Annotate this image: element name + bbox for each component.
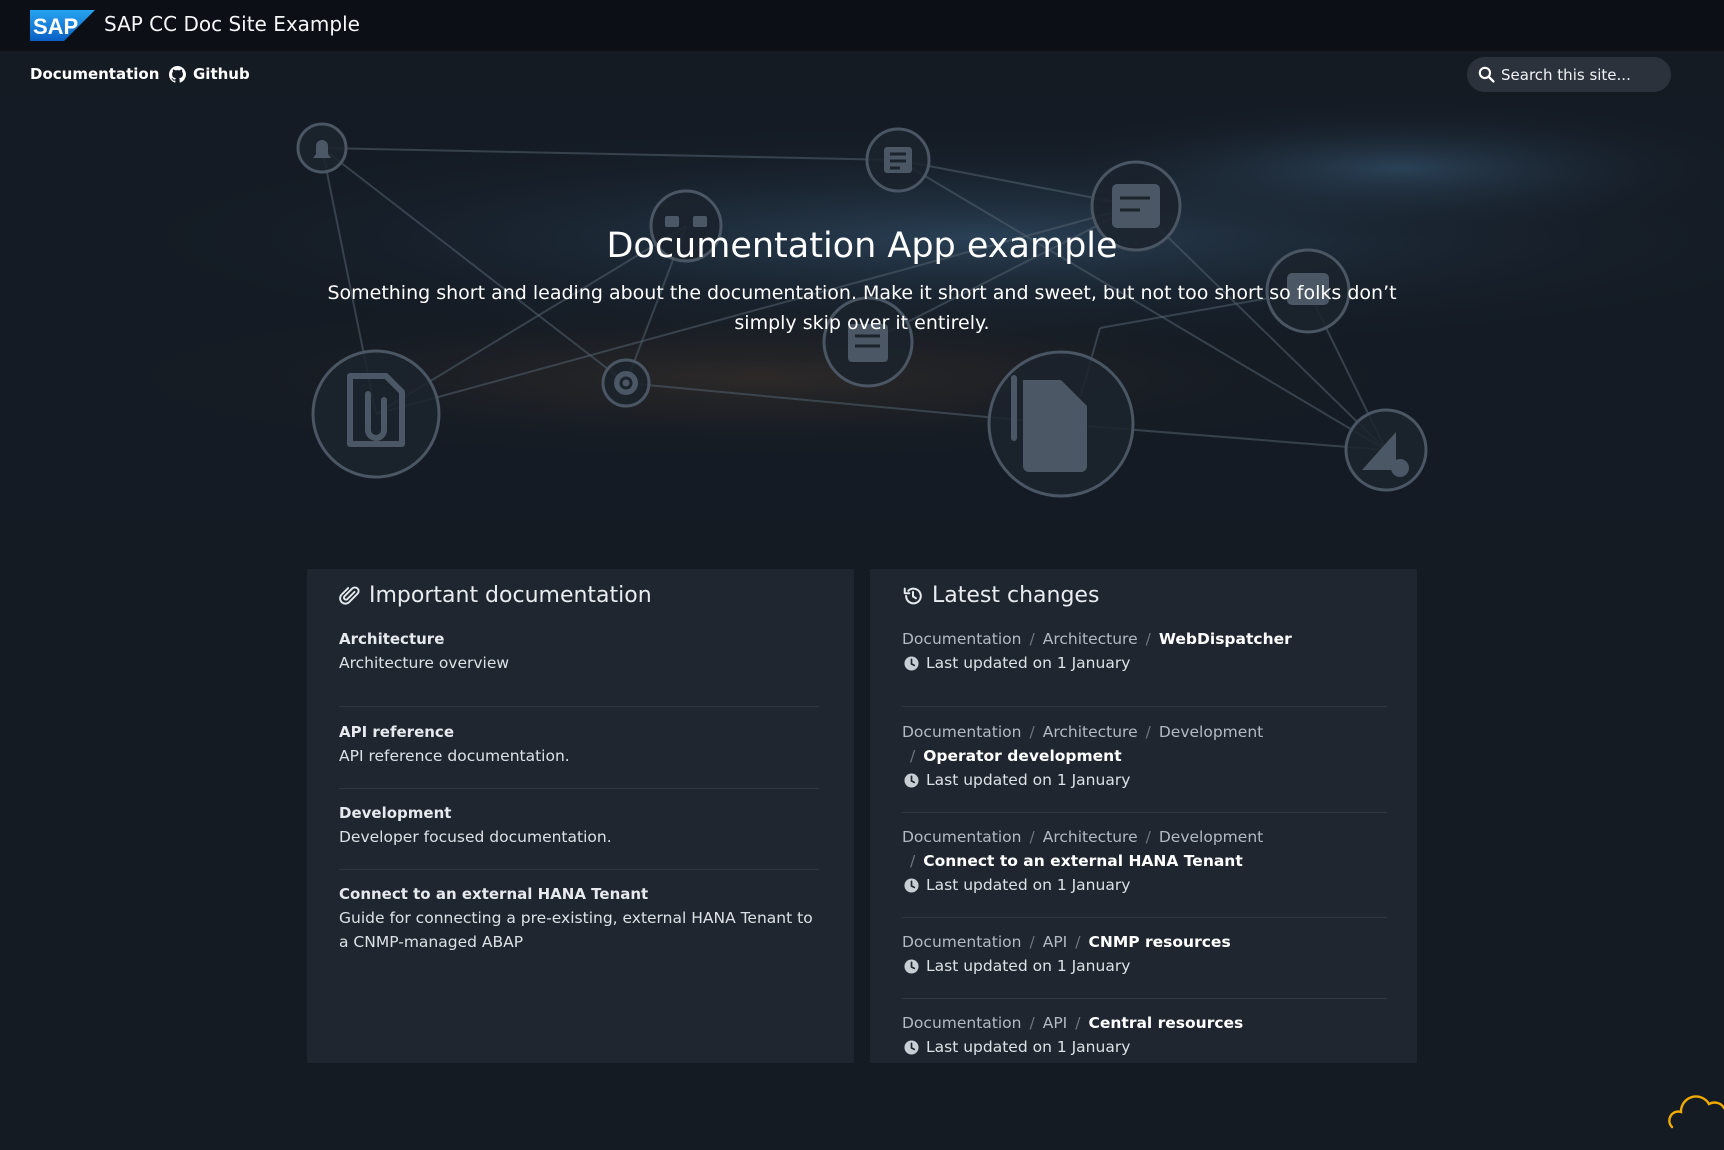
doc-item-description: Developer focused documentation. [339, 828, 612, 846]
breadcrumb-current[interactable]: Connect to an external HANA Tenant [923, 852, 1243, 870]
breadcrumb-separator: / [1029, 723, 1035, 741]
last-updated-text: Last updated on 1 January [926, 654, 1131, 672]
breadcrumb-separator: / [1075, 1014, 1081, 1032]
last-updated: Last updated on 1 January [902, 873, 1387, 897]
breadcrumb-separator: / [910, 747, 916, 765]
doc-item-name[interactable]: Connect to an external HANA Tenant [339, 882, 819, 906]
change-item[interactable]: Documentation / API / Central resources Last… [902, 999, 1387, 1063]
hero-title: Documentation App example [606, 226, 1118, 266]
breadcrumb-separator: / [1029, 933, 1035, 951]
doc-item-name[interactable]: Architecture [339, 627, 819, 651]
last-updated-text: Last updated on 1 January [926, 771, 1131, 789]
cloud-icon[interactable] [1666, 1085, 1724, 1129]
breadcrumb-link[interactable]: Documentation [902, 1014, 1022, 1032]
doc-item-description: Guide for connecting a pre-existing, ext… [339, 909, 813, 951]
last-updated: Last updated on 1 January [902, 651, 1387, 675]
history-icon [903, 587, 922, 604]
breadcrumb-current[interactable]: Operator development [923, 747, 1121, 765]
breadcrumb: Documentation / API / CNMP resources [902, 930, 1387, 954]
breadcrumb-separator: / [910, 852, 916, 870]
change-item[interactable]: Documentation / Architecture / Development / C… [902, 813, 1387, 918]
doc-item-name[interactable]: API reference [339, 720, 819, 744]
important-documentation-card: Important documentation Architecture Arc… [307, 569, 854, 1063]
breadcrumb: Documentation / Architecture / Development / C… [902, 825, 1387, 873]
breadcrumb-link[interactable]: Development [1159, 723, 1263, 741]
breadcrumb-separator: / [1145, 630, 1151, 648]
breadcrumb-link[interactable]: API [1043, 933, 1068, 951]
nav-github-label: Github [193, 65, 250, 83]
breadcrumb-separator: / [1145, 828, 1151, 846]
hero-banner: Documentation App example Something shor… [0, 98, 1724, 518]
clock-icon [904, 958, 919, 974]
breadcrumb-link[interactable]: Architecture [1043, 723, 1138, 741]
breadcrumb-link[interactable]: API [1043, 1014, 1068, 1032]
last-updated-text: Last updated on 1 January [926, 1038, 1131, 1056]
breadcrumb-link[interactable]: Architecture [1043, 828, 1138, 846]
last-updated-text: Last updated on 1 January [926, 957, 1131, 975]
doc-item-connect-hana[interactable]: Connect to an external HANA Tenant Guide… [339, 870, 819, 980]
change-item[interactable]: Documentation / Architecture / Development / O… [902, 708, 1387, 813]
doc-item-development[interactable]: Development Developer focused documentat… [339, 789, 819, 870]
doc-item-architecture[interactable]: Architecture Architecture overview [339, 627, 819, 707]
search-input[interactable] [1501, 65, 1661, 84]
nav-github-link[interactable]: Github [169, 65, 250, 83]
breadcrumb-current[interactable]: Central resources [1089, 1014, 1244, 1032]
breadcrumb-separator: / [1145, 723, 1151, 741]
doc-item-name[interactable]: Development [339, 801, 819, 825]
clock-icon [904, 877, 919, 893]
breadcrumb-link[interactable]: Documentation [902, 630, 1022, 648]
breadcrumb-current[interactable]: CNMP resources [1089, 933, 1231, 951]
last-updated: Last updated on 1 January [902, 768, 1387, 792]
breadcrumb-separator: / [1029, 1014, 1035, 1032]
site-title[interactable]: SAP CC Doc Site Example [104, 12, 360, 36]
last-updated-text: Last updated on 1 January [926, 876, 1131, 894]
breadcrumb-link[interactable]: Documentation [902, 723, 1022, 741]
clock-icon [904, 1039, 919, 1055]
top-bar: SAP SAP CC Doc Site Example [0, 0, 1724, 51]
important-documentation-header: Important documentation [339, 583, 652, 608]
search-icon [1478, 66, 1495, 83]
important-documentation-title: Important documentation [369, 583, 652, 608]
change-item[interactable]: Documentation / API / CNMP resources Last up… [902, 918, 1387, 999]
doc-item-api-reference[interactable]: API reference API reference documentatio… [339, 708, 819, 789]
paperclip-icon [339, 585, 360, 605]
nav-bar: Documentation Github [0, 51, 1724, 98]
sap-logo[interactable]: SAP [30, 10, 95, 41]
breadcrumb-link[interactable]: Documentation [902, 933, 1022, 951]
breadcrumb: Documentation / Architecture / Development / O… [902, 720, 1387, 768]
nav-documentation-link[interactable]: Documentation [30, 65, 159, 83]
last-updated: Last updated on 1 January [902, 954, 1387, 978]
latest-changes-card: Latest changes Documentation / Architectur… [870, 569, 1417, 1063]
clock-icon [904, 655, 919, 671]
latest-changes-title: Latest changes [932, 583, 1100, 608]
breadcrumb-separator: / [1029, 630, 1035, 648]
sap-logo-text: SAP [33, 14, 78, 39]
doc-item-description: API reference documentation. [339, 747, 570, 765]
change-item[interactable]: Documentation / Architecture / WebDispatcher… [902, 627, 1387, 707]
doc-item-description: Architecture overview [339, 654, 510, 672]
breadcrumb-link[interactable]: Documentation [902, 828, 1022, 846]
github-icon [169, 65, 186, 83]
hero-subtitle: Something short and leading about the do… [327, 282, 1397, 334]
latest-changes-header: Latest changes [902, 583, 1099, 608]
breadcrumb-separator: / [1029, 828, 1035, 846]
breadcrumb: Documentation / Architecture / WebDispatcher [902, 627, 1387, 651]
clock-icon [904, 772, 919, 788]
breadcrumb-current[interactable]: WebDispatcher [1159, 630, 1292, 648]
last-updated: Last updated on 1 January [902, 1035, 1387, 1059]
breadcrumb-link[interactable]: Architecture [1043, 630, 1138, 648]
breadcrumb-link[interactable]: Development [1159, 828, 1263, 846]
breadcrumb: Documentation / API / Central resources [902, 1011, 1387, 1035]
breadcrumb-separator: / [1075, 933, 1081, 951]
search-box[interactable] [1467, 57, 1671, 92]
